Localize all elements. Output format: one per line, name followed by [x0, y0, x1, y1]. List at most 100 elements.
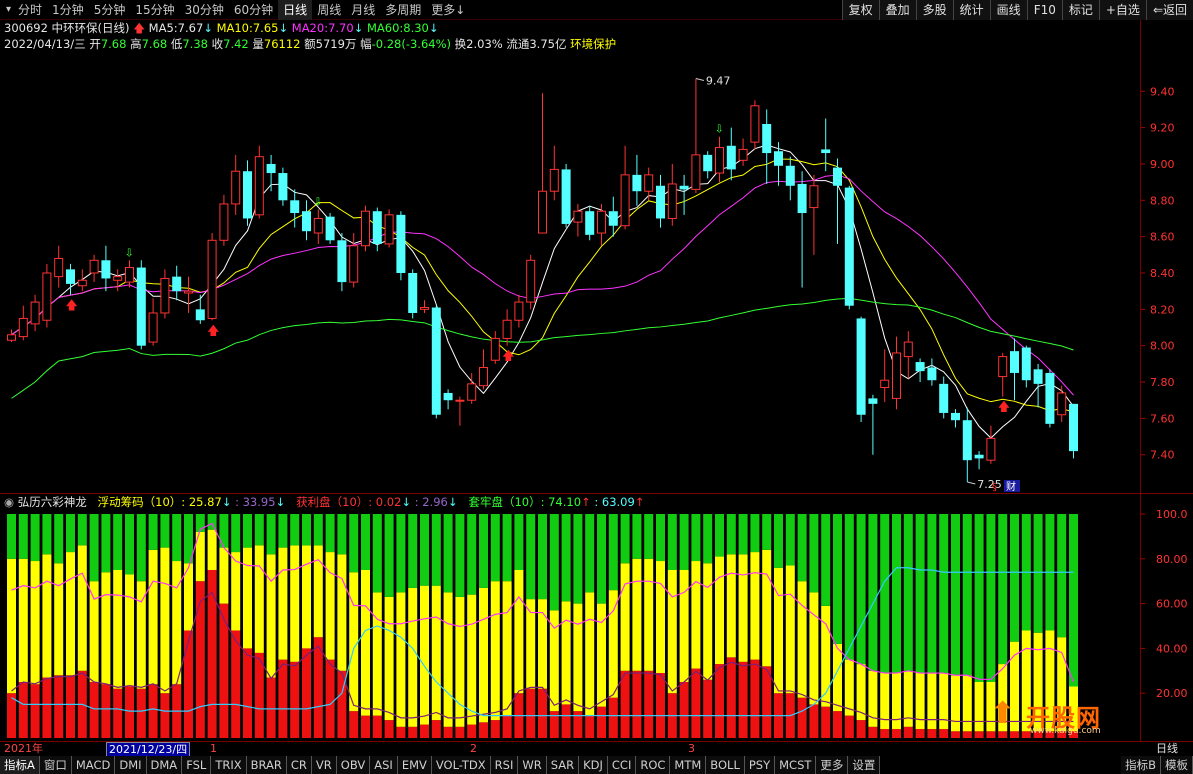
candle-body[interactable]	[101, 260, 111, 279]
candle-body[interactable]	[573, 210, 583, 223]
indicator-tab[interactable]: CCI	[607, 756, 637, 774]
period-tab[interactable]: 30分钟	[180, 0, 229, 20]
candle-body[interactable]	[868, 398, 878, 404]
indicator-tab[interactable]: 模板	[1161, 756, 1193, 774]
candle-body[interactable]	[243, 171, 252, 219]
candle-body[interactable]	[231, 170, 241, 205]
indicator-tab[interactable]: MACD	[71, 756, 116, 774]
candle-body[interactable]	[148, 312, 158, 343]
candle-body[interactable]	[490, 337, 500, 361]
indicator-tab[interactable]: PSY	[744, 756, 776, 774]
candle-body[interactable]	[774, 151, 783, 166]
candle-body[interactable]	[219, 203, 229, 241]
candle-body[interactable]	[951, 412, 960, 421]
candle-body[interactable]	[502, 319, 512, 339]
indicator-tab[interactable]: RSI	[490, 756, 519, 774]
candle-body[interactable]	[809, 185, 819, 209]
toolbar-button[interactable]: 多股	[915, 0, 953, 20]
indicator-tab[interactable]: DMA	[146, 756, 183, 774]
candle-body[interactable]	[89, 259, 99, 274]
indicator-tab[interactable]: MTM	[670, 756, 707, 774]
candle-body[interactable]	[160, 277, 170, 314]
candle-body[interactable]	[30, 301, 40, 325]
toolbar-button[interactable]: 画线	[989, 0, 1027, 20]
candle-body[interactable]	[254, 156, 264, 216]
candle-body[interactable]	[455, 399, 465, 402]
toolbar-button[interactable]: 复权	[841, 0, 879, 20]
period-tab[interactable]: 月线	[346, 0, 380, 20]
candle-body[interactable]	[77, 279, 87, 287]
candle-body[interactable]	[1045, 372, 1055, 424]
period-tab[interactable]: 日线	[278, 0, 313, 20]
candle-body[interactable]	[66, 269, 75, 284]
candle-body[interactable]	[821, 149, 831, 154]
period-tab[interactable]: 15分钟	[130, 0, 179, 20]
toolbar-button[interactable]: +自选	[1098, 0, 1146, 20]
candle-body[interactable]	[833, 167, 842, 186]
indicator-tab[interactable]: OBV	[336, 756, 371, 774]
candle-body[interactable]	[396, 214, 406, 273]
candle-body[interactable]	[184, 290, 193, 294]
period-tab[interactable]: 更多↓	[426, 0, 470, 20]
indicator-tab[interactable]: BRAR	[246, 756, 287, 774]
period-tab[interactable]: 60分钟	[229, 0, 278, 20]
candle-body[interactable]	[207, 239, 217, 319]
indicator-tab[interactable]: WR	[518, 756, 547, 774]
candle-body[interactable]	[856, 318, 866, 415]
candlestick-chart[interactable]: 9.40 9.20 9.00 8.80 8.60 8.40 8.20 8.00 7.80 7.60…	[0, 52, 1193, 492]
indicator-tab[interactable]: 指标B	[1121, 756, 1161, 774]
indicator-tab[interactable]: CR	[286, 756, 312, 774]
candle-body[interactable]	[337, 240, 347, 283]
candle-body[interactable]	[1010, 351, 1019, 373]
candle-body[interactable]	[998, 356, 1008, 378]
candle-body[interactable]	[443, 392, 453, 401]
indicator-tab[interactable]: 设置	[848, 756, 881, 774]
candle-body[interactable]	[408, 273, 418, 313]
menu-dropdown-icon[interactable]: ▾	[0, 4, 13, 15]
candle-body[interactable]	[797, 183, 807, 214]
indicator-tab[interactable]: SAR	[546, 756, 580, 774]
candle-body[interactable]	[372, 211, 382, 244]
period-tab[interactable]: 5分钟	[89, 0, 131, 20]
candle-body[interactable]	[125, 267, 134, 283]
candle-body[interactable]	[384, 214, 394, 245]
candle-body[interactable]	[679, 185, 689, 190]
candle-body[interactable]	[656, 185, 665, 219]
indicator-tab[interactable]: ASI	[370, 756, 398, 774]
period-tab[interactable]: 1分钟	[47, 0, 89, 20]
indicator-tab[interactable]: ROC	[636, 756, 671, 774]
candle-body[interactable]	[844, 187, 854, 306]
candle-body[interactable]	[1069, 403, 1078, 452]
indicator-tab[interactable]: 更多	[816, 756, 849, 774]
candle-body[interactable]	[278, 173, 288, 201]
candle-body[interactable]	[974, 454, 984, 459]
indicator-tab[interactable]: FSL	[182, 756, 212, 774]
candle-body[interactable]	[313, 217, 323, 234]
candle-body[interactable]	[538, 190, 547, 234]
indicator-tab[interactable]: VOL-TDX	[431, 756, 491, 774]
candle-body[interactable]	[18, 317, 28, 338]
candle-body[interactable]	[325, 216, 335, 241]
candle-body[interactable]	[939, 383, 949, 413]
candle-body[interactable]	[1057, 392, 1067, 416]
candle-body[interactable]	[703, 154, 713, 172]
candle-body[interactable]	[561, 169, 571, 224]
candle-body[interactable]	[1021, 347, 1031, 381]
candle-body[interactable]	[514, 301, 524, 321]
candle-body[interactable]	[172, 276, 182, 292]
candle-body[interactable]	[113, 276, 123, 281]
indicator-tab[interactable]: KDJ	[579, 756, 608, 774]
candle-body[interactable]	[962, 420, 972, 461]
candle-body[interactable]	[467, 383, 477, 401]
candle-body[interactable]	[42, 272, 52, 321]
indicator-tab[interactable]: 窗口	[39, 756, 72, 774]
candle-body[interactable]	[715, 147, 724, 174]
candle-body[interactable]	[1033, 369, 1043, 384]
candle-body[interactable]	[880, 379, 890, 388]
indicator-tab[interactable]: DMI	[115, 756, 147, 774]
candle-body[interactable]	[644, 174, 654, 192]
candle-body[interactable]	[608, 211, 618, 226]
candle-body[interactable]	[620, 174, 630, 227]
indicator-name[interactable]: 弘历六彩神龙	[18, 495, 87, 509]
toolbar-button[interactable]: F10	[1026, 0, 1062, 20]
